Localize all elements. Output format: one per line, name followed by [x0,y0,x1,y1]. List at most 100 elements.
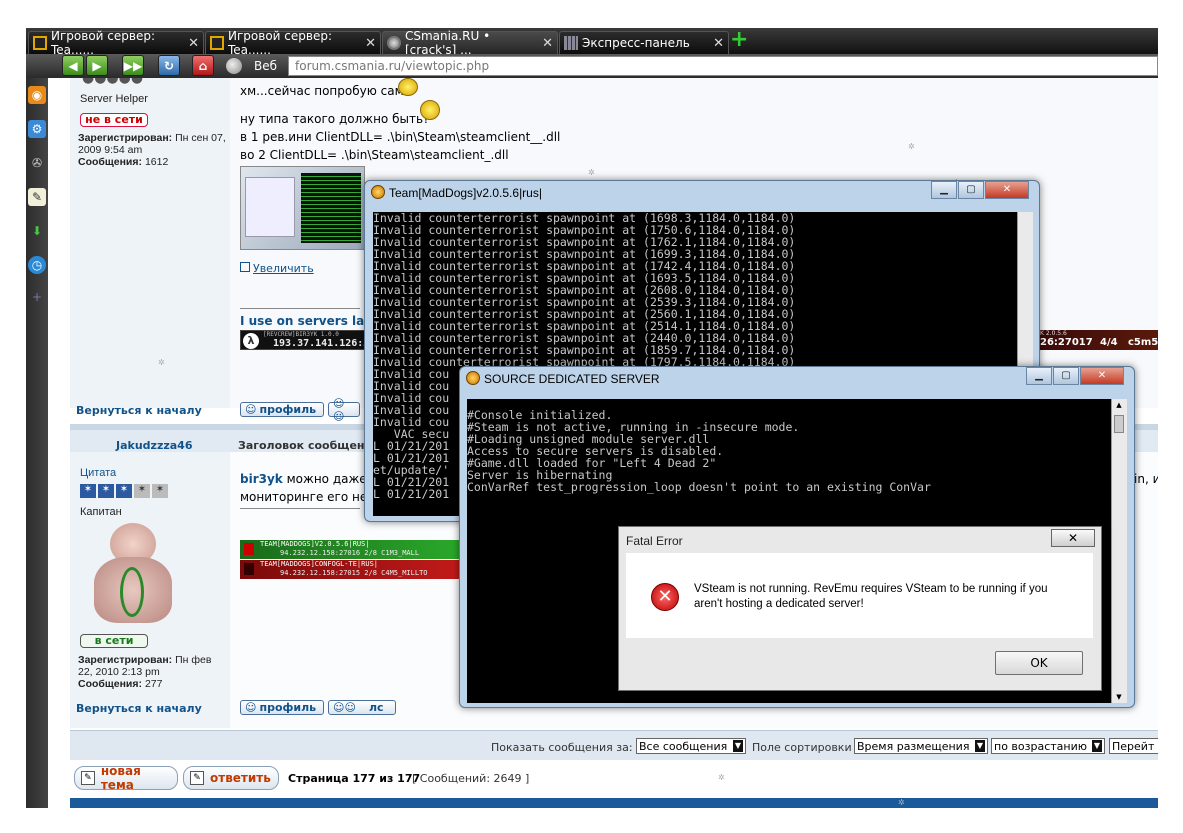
home-icon: ⌂ [198,58,208,73]
fast-forward-button[interactable]: ▶▶ [122,55,144,76]
reload-button[interactable]: ↻ [158,55,180,76]
sort-order-select[interactable]: по возрастанию ▼ [991,738,1105,754]
window-title: SOURCE DEDICATED SERVER [484,372,660,386]
download-icon[interactable]: ⬇ [28,222,46,240]
post1-rank: Server Helper [80,93,148,105]
go-button[interactable]: Перейт [1109,738,1158,754]
new-topic-icon: ✎ [81,771,95,785]
post1-line2: ну типа такого должно быть? [240,112,430,126]
search-engine-label[interactable]: Веб [254,59,277,73]
post2-profile-button[interactable]: ☺ профиль [240,700,324,715]
ok-button[interactable]: OK [995,651,1083,675]
post1-back-to-top[interactable]: Вернуться к началу [76,404,202,417]
scroll-down-icon[interactable]: ▼ [1114,693,1124,701]
reply-button[interactable]: ✎ ответить [183,766,279,790]
close-button[interactable]: ✕ [1080,367,1124,385]
post1-profile-button[interactable]: ☺ профиль [240,402,324,417]
avatar [90,523,176,625]
home-button[interactable]: ⌂ [192,55,214,76]
window-controls: ▁ ▢ ✕ [1026,367,1124,385]
server-icon [33,36,47,50]
post1-pm-button[interactable]: ☺☺ [328,397,360,423]
show-posts-select[interactable]: Все сообщения ▼ [636,738,746,754]
signature-divider [240,508,360,509]
add-panel-icon[interactable]: + [28,288,46,306]
chevron-down-icon: ▼ [1092,740,1102,752]
rank-figure-icon: ✶ [116,484,132,498]
post1-line3: в 1 рев.ини ClientDLL= .\bin\Steam\steam… [240,130,561,144]
half-life-icon [371,185,385,199]
close-icon[interactable]: ✕ [713,36,724,51]
users-icon: ☺☺ [333,396,345,423]
close-icon[interactable]: ✕ [365,36,376,51]
tab-game-server-1[interactable]: Игровой сервер: Tea...... ✕ [28,29,204,57]
rank-dots-icon: ●●●●● [82,78,144,86]
reply-icon: ✎ [190,771,204,785]
page-info: Страница 177 из 177 [288,772,421,785]
messages-value: 277 [144,678,163,690]
close-icon[interactable]: ✕ [188,36,199,51]
server-banner-confogl[interactable]: TEAM[MADDOGS]CONFOGL-TE|RUS| 94.232.12.1… [240,560,460,579]
close-button[interactable]: ✕ [1051,529,1095,547]
post2-online-badge: в сети [80,634,148,648]
error-icon: ✕ [651,583,679,611]
settings-icon[interactable]: ⚙ [28,120,46,138]
messages-value: 1612 [144,156,169,168]
speed-dial-icon [564,36,578,50]
scroll-thumb[interactable] [1114,415,1124,433]
footer-bar [70,798,1158,808]
post2-author[interactable]: Jakudzzza46 [116,439,192,452]
notes-icon[interactable]: ✎ [28,188,46,206]
maximize-button[interactable]: ▢ [1053,367,1079,385]
tab-speed-dial[interactable]: Экспресс-панель ✕ [559,31,729,54]
scrollbar[interactable]: ▲ ▼ [1111,399,1127,703]
post2-text-line1: bir3yk можно даже [240,472,367,486]
server-banner-2-fragment[interactable]: K 2.0.5.6 26:27017 4/4 c5m5 [1038,330,1158,350]
post1-profile-column [70,78,230,408]
show-posts-label: Показать сообщения за: [491,741,633,754]
server-icon [210,36,224,50]
console-line: ConVarRef test_progression_loop doesn't … [467,480,931,494]
maximize-button[interactable]: ▢ [958,181,984,199]
profile-icon: ☺ [245,403,257,416]
address-bar[interactable]: forum.csmania.ru/viewtopic.php [288,56,1158,76]
snow-icon: ✲ [158,358,165,367]
close-icon[interactable]: ✕ [542,36,553,51]
minimize-button[interactable]: ▁ [1026,367,1052,385]
new-tab-icon[interactable]: + [730,29,748,51]
post2-rank: Капитан [80,506,122,518]
messages-label: Сообщения: [78,678,143,690]
snow-icon: ✲ [718,773,725,782]
profile-icon: ☺ [245,701,257,714]
fatal-error-dialog[interactable]: Fatal Error ✕ ✕ VSteam is not running. R… [618,526,1102,691]
new-topic-button[interactable]: ✎ новая тема [74,764,178,792]
scroll-up-icon[interactable]: ▲ [1114,401,1124,409]
l4d-icon [244,543,254,555]
post1-line4: во 2 ClientDLL= .\bin\Steam\steamclient_… [240,148,509,162]
server-banner-maddogs[interactable]: TEAM[MADDOGS]V2.0.5.6|RUS| 94.232.12.158… [240,540,460,559]
enlarge-link[interactable]: Увеличить [240,262,314,275]
globe-icon [226,58,242,74]
server-banner-1[interactable]: λ [REVCREW]BIR3YK 1.0.0 193.37.141.126:2 [240,330,370,350]
post2-back-to-top[interactable]: Вернуться к началу [76,702,202,715]
forward-button[interactable]: ▶ [86,55,108,76]
widget-icon[interactable]: ✇ [28,154,46,172]
l4d-icon [244,563,254,575]
arrow-right-icon: ▶ [92,58,102,73]
snow-icon: ✲ [908,142,915,151]
post2-pm-button[interactable]: ☺☺ лс [328,700,396,715]
close-button[interactable]: ✕ [985,181,1029,199]
users-icon: ☺☺ [333,701,356,714]
back-button[interactable]: ◀ [62,55,84,76]
history-icon[interactable]: ◷ [28,256,46,274]
screenshot-thumbnail[interactable] [240,166,365,250]
minimize-button[interactable]: ▁ [931,181,957,199]
registered-label: Зарегистрирован: [78,654,173,666]
sort-field-label: Поле сортировки [752,741,852,754]
sort-field-select[interactable]: Время размещения ▼ [854,738,988,754]
tab-csmania[interactable]: CSmania.RU • [crack's] ... ✕ [382,29,558,57]
csmania-icon [387,36,401,50]
post2-rank-stars: ✶ ✶ ✶ ✶ ✶ [80,484,168,498]
tab-game-server-2[interactable]: Игровой сервер: Tea...... ✕ [205,29,381,57]
rss-icon[interactable]: ◉ [28,86,46,104]
